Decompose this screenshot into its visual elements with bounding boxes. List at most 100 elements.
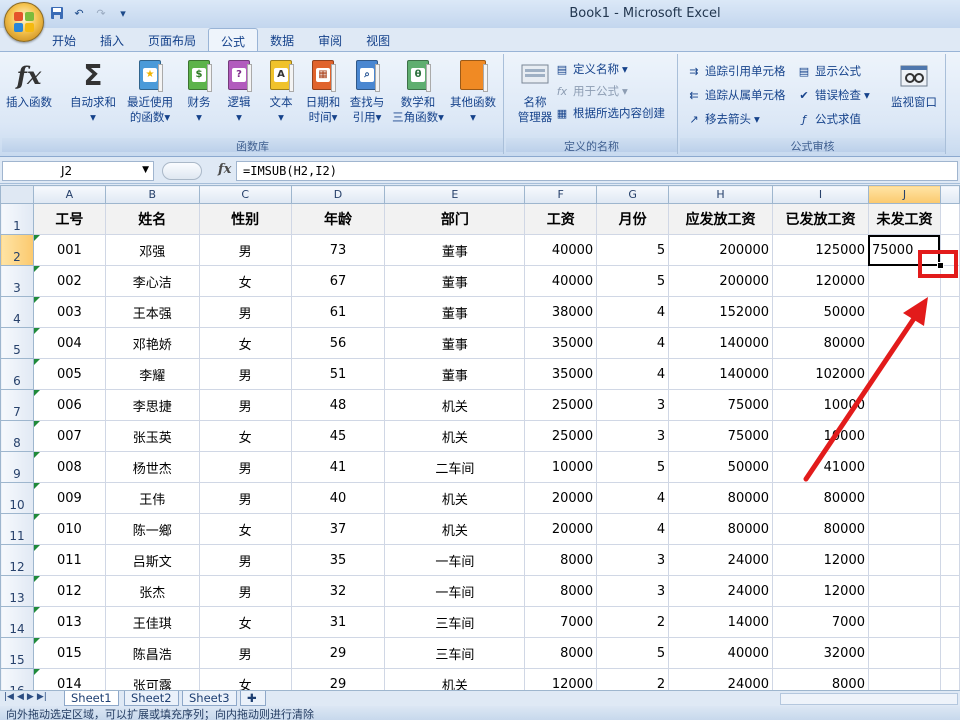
insert-function-icon[interactable]: fx (218, 162, 231, 177)
column-header-i[interactable]: I (772, 185, 869, 204)
data-cell[interactable]: 010 (32, 513, 106, 545)
data-cell[interactable]: 邓艳娇 (104, 327, 200, 359)
data-cell[interactable]: 200000 (668, 265, 774, 297)
data-cell[interactable]: 32000 (772, 637, 869, 669)
data-cell[interactable]: 王佳琪 (104, 606, 200, 638)
data-cell[interactable]: 013 (32, 606, 106, 638)
empty-cell[interactable] (939, 482, 960, 514)
evaluate-formula-button[interactable]: ƒ 公式求值 (796, 110, 861, 128)
autosum-button[interactable]: Σ 自动求和 ▾ (68, 58, 118, 125)
more-functions-button[interactable]: 其他函数 ▾ (448, 58, 498, 125)
data-cell[interactable]: 140000 (668, 327, 774, 359)
data-cell[interactable] (867, 575, 941, 607)
data-cell[interactable]: 3 (596, 575, 670, 607)
column-header-c[interactable]: C (198, 185, 292, 204)
data-cell[interactable]: 29 (290, 668, 386, 690)
data-cell[interactable]: 25000 (524, 389, 598, 421)
data-cell[interactable]: 152000 (668, 296, 774, 328)
trace-dependents-button[interactable]: ⇇ 追踪从属单元格 (686, 86, 785, 104)
data-cell[interactable]: 李心洁 (104, 265, 200, 297)
data-cell[interactable]: 女 (198, 668, 292, 690)
name-box[interactable]: J2 ▼ (2, 161, 154, 181)
data-cell[interactable]: 5 (596, 451, 670, 483)
data-cell[interactable]: 4 (596, 482, 670, 514)
define-name-button[interactable]: ▤ 定义名称 ▾ (554, 60, 628, 78)
data-cell[interactable]: 2 (596, 668, 670, 690)
data-cell[interactable]: 邓强 (104, 234, 200, 266)
data-cell[interactable] (867, 668, 941, 690)
data-cell[interactable]: 10000 (772, 420, 869, 452)
data-cell[interactable] (867, 451, 941, 483)
data-cell[interactable]: 李思捷 (104, 389, 200, 421)
data-cell[interactable]: 20000 (524, 513, 598, 545)
data-cell[interactable]: 015 (32, 637, 106, 669)
data-cell[interactable]: 8000 (524, 575, 598, 607)
empty-cell[interactable] (939, 296, 960, 328)
empty-cell[interactable] (939, 327, 960, 359)
recent-functions-button[interactable]: ★ 最近使用 的函数▾ (122, 58, 178, 125)
data-cell[interactable]: 女 (198, 265, 292, 297)
data-cell[interactable]: 一车间 (384, 544, 526, 576)
use-in-formula-button[interactable]: fx 用于公式 ▾ (554, 82, 628, 100)
trace-precedents-button[interactable]: ⇉ 追踪引用单元格 (686, 62, 785, 80)
data-cell[interactable] (867, 513, 941, 545)
data-cell[interactable]: 3 (596, 544, 670, 576)
data-cell[interactable]: 2 (596, 606, 670, 638)
empty-cell[interactable] (939, 513, 960, 545)
data-cell[interactable]: 48 (290, 389, 386, 421)
row-header[interactable]: 11 (0, 513, 34, 545)
data-cell[interactable]: 200000 (668, 234, 774, 266)
empty-cell[interactable] (939, 606, 960, 638)
row-header[interactable]: 8 (0, 420, 34, 452)
data-cell[interactable]: 45 (290, 420, 386, 452)
data-cell[interactable]: 40 (290, 482, 386, 514)
empty-cell[interactable] (939, 358, 960, 390)
data-cell[interactable]: 125000 (772, 234, 869, 266)
data-cell[interactable]: 董事 (384, 327, 526, 359)
data-cell[interactable]: 012 (32, 575, 106, 607)
row-header[interactable]: 1 (0, 203, 34, 235)
data-cell[interactable]: 80000 (772, 327, 869, 359)
data-cell[interactable]: 35000 (524, 327, 598, 359)
data-cell[interactable]: 102000 (772, 358, 869, 390)
data-cell[interactable]: 25000 (524, 420, 598, 452)
row-header[interactable]: 2 (0, 234, 34, 266)
data-cell[interactable]: 56 (290, 327, 386, 359)
data-cell[interactable] (867, 327, 941, 359)
data-cell[interactable]: 003 (32, 296, 106, 328)
tab-review[interactable]: 审阅 (306, 28, 354, 52)
empty-cell[interactable] (939, 575, 960, 607)
data-cell[interactable]: 40000 (524, 265, 598, 297)
data-cell[interactable]: 004 (32, 327, 106, 359)
data-cell[interactable]: 29 (290, 637, 386, 669)
data-cell[interactable]: 120000 (772, 265, 869, 297)
data-cell[interactable]: 140000 (668, 358, 774, 390)
data-cell[interactable]: 张杰 (104, 575, 200, 607)
first-sheet-icon[interactable]: |◀ (4, 692, 14, 702)
data-cell[interactable]: 51 (290, 358, 386, 390)
name-manager-button[interactable]: 名称 管理器 (510, 58, 560, 125)
header-cell[interactable]: 工号 (32, 203, 106, 235)
data-cell[interactable]: 80000 (772, 513, 869, 545)
data-cell[interactable]: 机关 (384, 389, 526, 421)
data-cell[interactable]: 12000 (772, 544, 869, 576)
sheet-tab-2[interactable]: Sheet2 (124, 691, 179, 706)
data-cell[interactable]: 杨世杰 (104, 451, 200, 483)
data-cell[interactable]: 10000 (524, 451, 598, 483)
worksheet-grid[interactable]: A B C D E F G H I J 1 工号 姓名 性别 年龄 部门 工资 月份 应发放工资 已发放工资 未发工资 2… (0, 185, 960, 690)
horizontal-scrollbar[interactable] (780, 693, 958, 705)
header-cell[interactable]: 工资 (524, 203, 598, 235)
data-cell[interactable]: 73 (290, 234, 386, 266)
prev-sheet-icon[interactable]: ◀ (17, 692, 24, 702)
row-header[interactable]: 14 (0, 606, 34, 638)
data-cell[interactable]: 001 (32, 234, 106, 266)
empty-cell[interactable] (939, 203, 960, 235)
data-cell[interactable]: 机关 (384, 668, 526, 690)
sheet-tab-3[interactable]: Sheet3 (182, 691, 237, 706)
create-from-selection-button[interactable]: ▦ 根据所选内容创建 (554, 104, 665, 122)
data-cell[interactable]: 一车间 (384, 575, 526, 607)
data-cell[interactable] (867, 358, 941, 390)
data-cell[interactable]: 002 (32, 265, 106, 297)
data-cell[interactable] (867, 637, 941, 669)
empty-cell[interactable] (939, 637, 960, 669)
